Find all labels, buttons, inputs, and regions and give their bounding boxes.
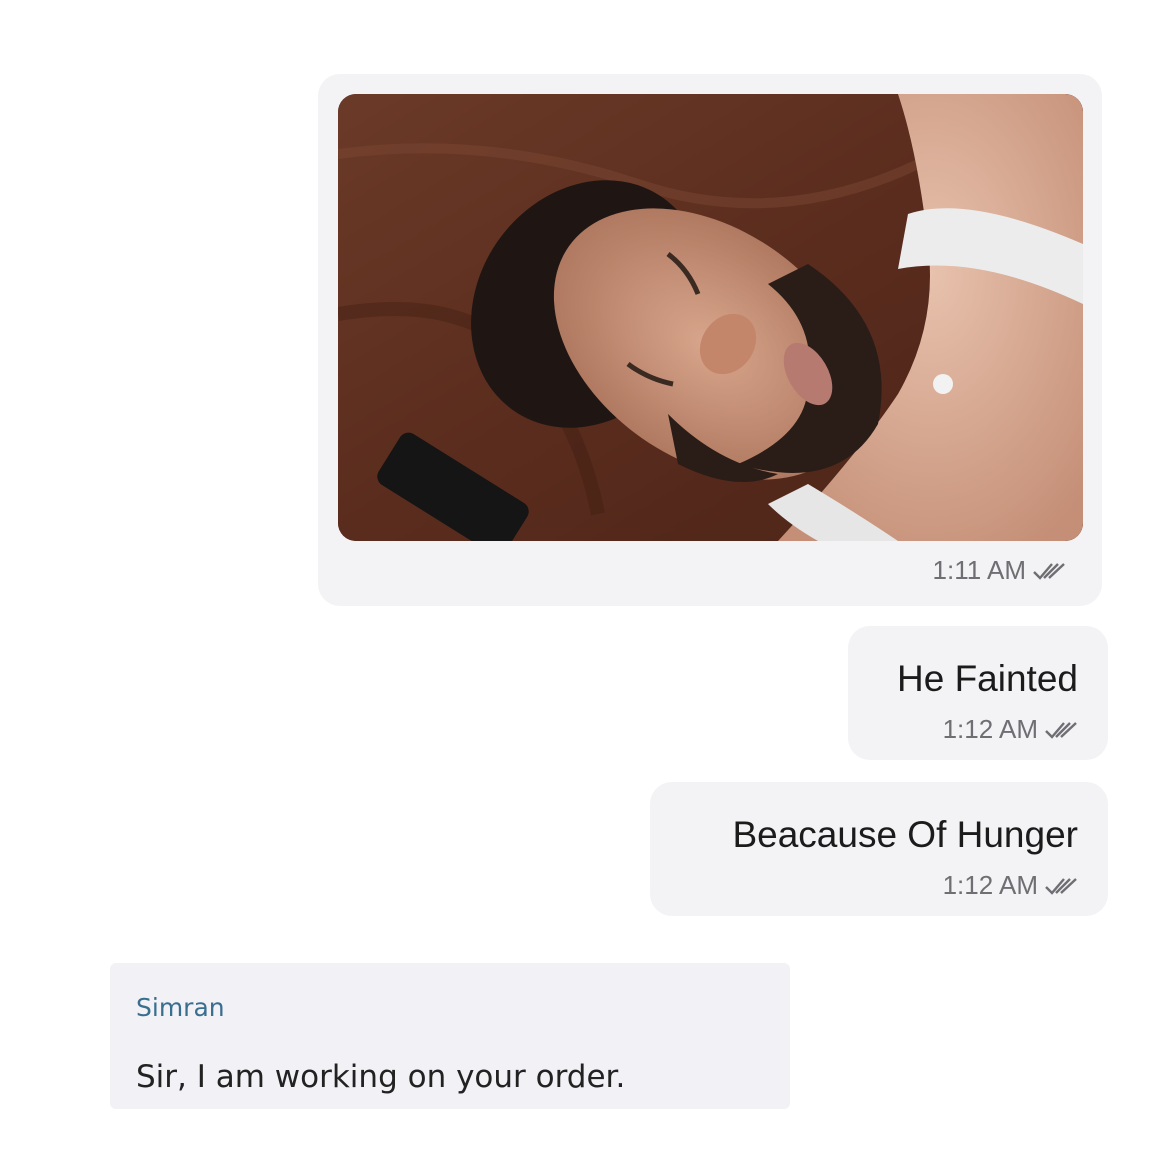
double-check-icon [1033, 562, 1065, 580]
photo-image [338, 94, 1083, 541]
message-meta: 1:12 AM [943, 870, 1078, 901]
sender-name: Simran [136, 993, 225, 1022]
message-meta: 1:12 AM [943, 714, 1078, 745]
chat-conversation: 1:11 AM He Fainted 1:12 AM Beacause Of H… [0, 0, 1169, 1153]
message-meta: 1:11 AM [933, 555, 1066, 586]
outgoing-text-message[interactable]: Beacause Of Hunger 1:12 AM [650, 782, 1108, 916]
message-time: 1:11 AM [932, 555, 1026, 585]
message-text: Sir, I am working on your order. [136, 1059, 626, 1095]
double-check-icon [1045, 721, 1077, 739]
message-time: 1:12 AM [942, 870, 1038, 900]
message-text: Beacause Of Hunger [732, 814, 1078, 855]
outgoing-photo-message[interactable]: 1:11 AM [318, 74, 1102, 606]
double-check-icon [1045, 877, 1077, 895]
attached-photo[interactable] [338, 94, 1083, 541]
incoming-message[interactable]: Simran Sir, I am working on your order. [110, 963, 790, 1109]
outgoing-text-message[interactable]: He Fainted 1:12 AM [848, 626, 1108, 760]
message-time: 1:12 AM [942, 714, 1038, 744]
message-text: He Fainted [897, 658, 1078, 699]
